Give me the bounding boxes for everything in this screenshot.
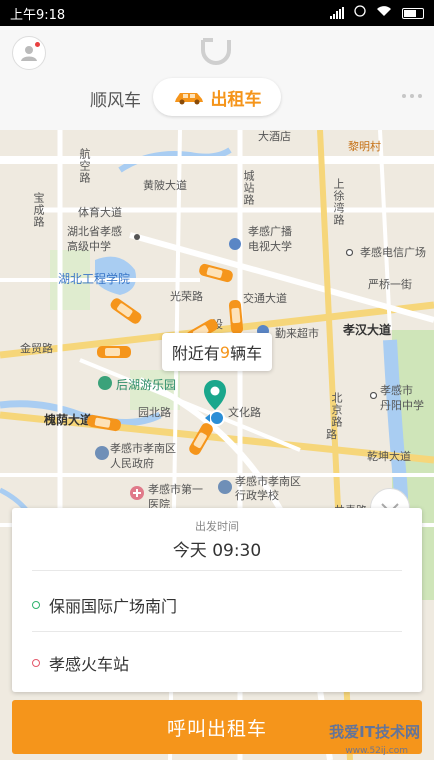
depart-time-label: 出发时间	[195, 520, 239, 533]
user-avatar-button[interactable]	[12, 36, 46, 70]
map-label: 航空路	[78, 148, 91, 184]
map-label: 后湖游乐园	[116, 378, 177, 392]
map-label: 严桥一街	[368, 278, 412, 291]
map-label: 黎明村	[348, 140, 381, 153]
nearby-prefix: 附近有	[171, 344, 220, 363]
poi-dot-icon	[134, 234, 140, 240]
battery-icon	[402, 7, 424, 19]
map-label: 勤来超市	[275, 327, 319, 340]
tab-taxi[interactable]: 出租车	[153, 78, 281, 116]
map-label: 宝成路	[32, 192, 45, 228]
map-label: 大酒店	[258, 130, 291, 143]
map-label: 光荣路	[170, 290, 203, 303]
nearby-taxi-icon	[228, 299, 244, 335]
depart-time-picker[interactable]: 今天 09:30	[12, 536, 422, 561]
signal-icon	[330, 7, 344, 19]
map-label: 园北路	[138, 406, 171, 419]
map-label: 行政学校	[235, 489, 279, 502]
watermark: 我爱IT技术网	[329, 723, 420, 741]
location-pin-icon	[204, 380, 226, 426]
nearby-taxi-icon	[97, 346, 131, 358]
status-time: 上午9:18	[10, 7, 66, 23]
school-icon	[229, 238, 241, 250]
map-label: 人民政府	[110, 457, 154, 470]
map-label: 交通大道	[243, 292, 287, 305]
map-label: 孝感市	[380, 384, 413, 397]
data-sync-icon	[354, 5, 366, 21]
notification-dot	[35, 42, 40, 47]
service-tabs: 顺风车 出租车	[0, 78, 434, 118]
map-label: 上徐湾路	[332, 178, 345, 226]
origin-dot-icon	[32, 601, 40, 609]
divider	[32, 631, 402, 632]
poi-dot-icon	[346, 249, 353, 256]
map-label: 孝感市第一	[148, 483, 203, 496]
map-label: 孝感市孝南区	[110, 442, 176, 455]
map-label: 体育大道	[78, 206, 122, 219]
map-label: 孝感电信广场	[360, 246, 426, 259]
destination-address[interactable]: 孝感火车站	[32, 651, 129, 675]
map-label: 电视大学	[248, 240, 292, 253]
wifi-icon	[376, 5, 392, 21]
nearby-count: 9	[219, 342, 231, 362]
nearby-cars-bubble: 附近有 9 辆车	[162, 333, 272, 371]
divider	[32, 570, 402, 571]
map-label: 湖北工程学院	[58, 272, 131, 286]
map-label: 孝汉大道	[343, 323, 392, 337]
map-label: 路	[326, 428, 337, 441]
didi-logo-icon	[201, 38, 231, 65]
origin-address[interactable]: 保丽国际广场南门	[32, 593, 177, 617]
map-label: 文化路	[228, 406, 261, 419]
map-label: 湖北省孝感	[67, 225, 122, 238]
map-label: 高级中学	[67, 240, 111, 253]
status-bar: 上午9:18	[0, 0, 434, 26]
status-icons	[330, 5, 424, 21]
map-label: 乾坤大道	[367, 450, 411, 463]
origin-text: 保丽国际广场南门	[49, 597, 178, 616]
tab-taxi-label: 出租车	[210, 89, 262, 110]
school-icon	[218, 480, 232, 494]
taxi-car-icon	[174, 93, 203, 105]
map-label: 丹阳中学	[380, 399, 424, 412]
destination-text: 孝感火车站	[49, 655, 130, 674]
map-label: 金贸路	[20, 342, 53, 355]
map-label: 黄陂大道	[143, 179, 187, 192]
map-label: 孝感广播	[248, 225, 292, 238]
nearby-suffix: 辆车	[230, 344, 263, 363]
hospital-icon	[130, 486, 144, 500]
more-menu-icon[interactable]	[402, 94, 422, 98]
tab-carpool[interactable]: 顺风车	[90, 86, 141, 111]
watermark-url: www.52ij.com	[345, 746, 408, 756]
map-label: 北京路	[330, 392, 343, 428]
park-icon	[98, 376, 112, 390]
map-label: 城站路	[242, 170, 255, 206]
destination-dot-icon	[32, 659, 40, 667]
poi-dot-icon	[370, 392, 377, 399]
order-card: 出发时间 今天 09:30 保丽国际广场南门 孝感火车站	[12, 508, 422, 692]
government-icon	[95, 446, 109, 460]
top-bar: 顺风车 出租车	[0, 26, 434, 130]
